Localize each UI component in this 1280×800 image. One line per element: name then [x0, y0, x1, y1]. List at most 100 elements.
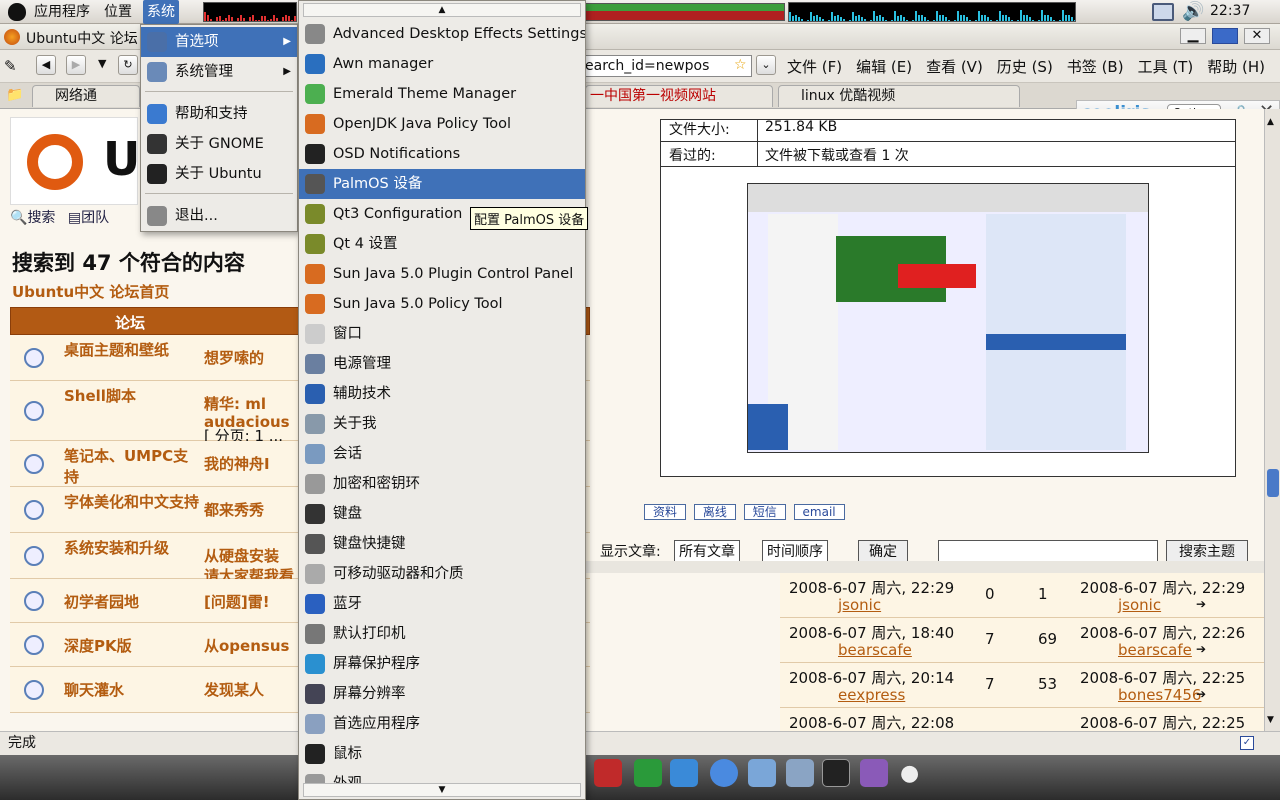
- topic-link[interactable]: 发现某人: [204, 679, 264, 700]
- preferences-menu-item[interactable]: 电源管理: [299, 349, 585, 379]
- preferences-menu-item[interactable]: 关于我: [299, 409, 585, 439]
- author-link[interactable]: eexpress: [838, 686, 905, 704]
- sort-order-select[interactable]: 时间顺序: [762, 540, 828, 561]
- tab-wangluotong[interactable]: 网络通: [32, 85, 140, 107]
- preferences-menu-item[interactable]: 可移动驱动器和介质: [299, 559, 585, 589]
- profile-button[interactable]: 资料: [644, 504, 687, 520]
- bookmarks-toolbar-icon[interactable]: 📁: [6, 87, 23, 103]
- preferences-menu-item[interactable]: 鼠标: [299, 739, 585, 769]
- menu-tools[interactable]: 工具 (T): [1138, 58, 1194, 76]
- topic-link[interactable]: 精华: ml: [204, 393, 266, 414]
- forward-button[interactable]: ▶: [66, 55, 86, 75]
- network-icon[interactable]: [1152, 3, 1174, 21]
- dock-app-icon[interactable]: [634, 759, 662, 787]
- preferences-menu-item[interactable]: OSD Notifications: [299, 139, 585, 169]
- scroll-down-arrow-icon[interactable]: ▼: [303, 783, 581, 797]
- preferences-menu-item[interactable]: Qt 4 设置: [299, 229, 585, 259]
- topic-link[interactable]: 我的神舟I: [204, 453, 270, 474]
- dock-app-icon[interactable]: [670, 759, 698, 787]
- menu-view[interactable]: 查看 (V): [926, 58, 983, 76]
- dock-app-icon[interactable]: [594, 759, 622, 787]
- preferences-menu-item[interactable]: 窗口: [299, 319, 585, 349]
- clock[interactable]: 22:37: [1210, 3, 1250, 19]
- volume-icon[interactable]: 🔊: [1182, 1, 1204, 22]
- preferences-menu-item[interactable]: 会话: [299, 439, 585, 469]
- preferences-menu-item[interactable]: 加密和密钥环: [299, 469, 585, 499]
- preferences-menu-item[interactable]: OpenJDK Java Policy Tool: [299, 109, 585, 139]
- preferences-menu-item[interactable]: 屏幕保护程序: [299, 649, 585, 679]
- dock-globe-icon[interactable]: [710, 759, 738, 787]
- menu-history[interactable]: 历史 (S): [997, 58, 1053, 76]
- preferences-menu-item[interactable]: Sun Java 5.0 Policy Tool: [299, 289, 585, 319]
- back-button[interactable]: ◀: [36, 55, 56, 75]
- bookmark-star-icon[interactable]: ☆: [734, 57, 747, 73]
- pm-button[interactable]: 短信: [743, 504, 786, 520]
- scroll-up-arrow-icon[interactable]: ▲: [303, 3, 581, 17]
- topic-link[interactable]: 从硬盘安装: [204, 545, 279, 566]
- dock-monitor-icon[interactable]: [748, 759, 776, 787]
- last-author-link[interactable]: bearscafe: [1118, 641, 1192, 659]
- offline-button[interactable]: 离线: [693, 504, 736, 520]
- topic-link[interactable]: 想罗嗦的: [204, 347, 264, 368]
- system-menu-item[interactable]: 系统管理 ▶: [141, 57, 297, 87]
- forum-link[interactable]: 初学者园地: [64, 591, 200, 612]
- applications-menu[interactable]: 应用程序: [30, 0, 94, 24]
- author-link[interactable]: bearscafe: [838, 641, 912, 659]
- url-input[interactable]: earch_id=newpos: [580, 55, 752, 77]
- preferences-menu-item[interactable]: 默认打印机: [299, 619, 585, 649]
- breadcrumb[interactable]: Ubuntu中文 论坛首页: [12, 281, 169, 302]
- forum-link[interactable]: 桌面主题和壁纸: [64, 339, 200, 360]
- go-to-post-icon[interactable]: ➔: [1196, 642, 1206, 656]
- menu-help[interactable]: 帮助 (H): [1207, 58, 1265, 76]
- search-topic-input[interactable]: [938, 540, 1158, 561]
- system-menu[interactable]: 系统: [143, 0, 179, 24]
- bookmark-icon[interactable]: ✎: [4, 57, 17, 75]
- preferences-menu-item[interactable]: Emerald Theme Manager: [299, 79, 585, 109]
- topic-link[interactable]: 都来秀秀: [204, 499, 264, 520]
- sort-go-button[interactable]: 确定: [858, 540, 908, 561]
- menu-bookmarks[interactable]: 书签 (B): [1067, 58, 1124, 76]
- topic-link[interactable]: [问题]雷!: [204, 591, 270, 612]
- preferences-menu-item[interactable]: 键盘: [299, 499, 585, 529]
- status-check-icon[interactable]: ✓: [1240, 736, 1254, 750]
- topic-link[interactable]: 从opensus: [204, 635, 289, 656]
- url-dropdown-button[interactable]: ⌄: [756, 55, 776, 75]
- last-author-link[interactable]: jsonic: [1118, 596, 1161, 614]
- forum-link[interactable]: Shell脚本: [64, 385, 200, 406]
- forum-link[interactable]: 笔记本、UMPC支持: [64, 445, 200, 487]
- close-icon[interactable]: ✕: [1244, 28, 1270, 44]
- author-link[interactable]: jsonic: [838, 596, 881, 614]
- tab-youku[interactable]: linux 优酷视频: [778, 85, 1020, 107]
- system-menu-item[interactable]: 关于 Ubuntu: [141, 159, 297, 189]
- maximize-button[interactable]: [1212, 28, 1238, 44]
- system-menu-item[interactable]: 帮助和支持: [141, 99, 297, 129]
- system-menu-item[interactable]: 退出...: [141, 201, 297, 231]
- history-dropdown-icon[interactable]: ▼: [98, 57, 106, 70]
- menu-edit[interactable]: 编辑 (E): [856, 58, 912, 76]
- search-link[interactable]: 搜索: [27, 210, 55, 226]
- go-to-post-icon[interactable]: ➔: [1196, 687, 1206, 701]
- preferences-menu-item[interactable]: Advanced Desktop Effects Settings: [299, 19, 585, 49]
- last-author-link[interactable]: bones7456: [1118, 686, 1201, 704]
- reload-button[interactable]: ↻: [118, 55, 138, 75]
- preferences-menu-item[interactable]: 键盘快捷键: [299, 529, 585, 559]
- minimize-button[interactable]: ▁: [1180, 28, 1206, 44]
- preferences-menu-item[interactable]: 首选应用程序: [299, 709, 585, 739]
- email-button[interactable]: email: [793, 504, 845, 520]
- forum-link[interactable]: 系统安装和升级: [64, 537, 200, 558]
- preferences-menu-item[interactable]: 屏幕分辨率: [299, 679, 585, 709]
- forum-link[interactable]: 字体美化和中文支持: [64, 491, 200, 512]
- apple-logo-icon[interactable]: [8, 3, 26, 21]
- preferences-menu-item[interactable]: 蓝牙: [299, 589, 585, 619]
- page-scrollbar[interactable]: ▲ ▼: [1264, 109, 1280, 731]
- dock-apple-icon[interactable]: ●: [900, 761, 919, 786]
- scrollbar-thumb[interactable]: [1267, 469, 1279, 497]
- preferences-menu-item[interactable]: 辅助技术: [299, 379, 585, 409]
- sort-all-select[interactable]: 所有文章: [674, 540, 740, 561]
- forum-link[interactable]: 聊天灌水: [64, 679, 200, 700]
- team-link[interactable]: 团队: [81, 210, 109, 226]
- places-menu[interactable]: 位置: [100, 0, 136, 24]
- attached-screenshot-image[interactable]: [747, 183, 1149, 453]
- preferences-menu-item[interactable]: Sun Java 5.0 Plugin Control Panel: [299, 259, 585, 289]
- dock-terminal-icon[interactable]: [822, 759, 850, 787]
